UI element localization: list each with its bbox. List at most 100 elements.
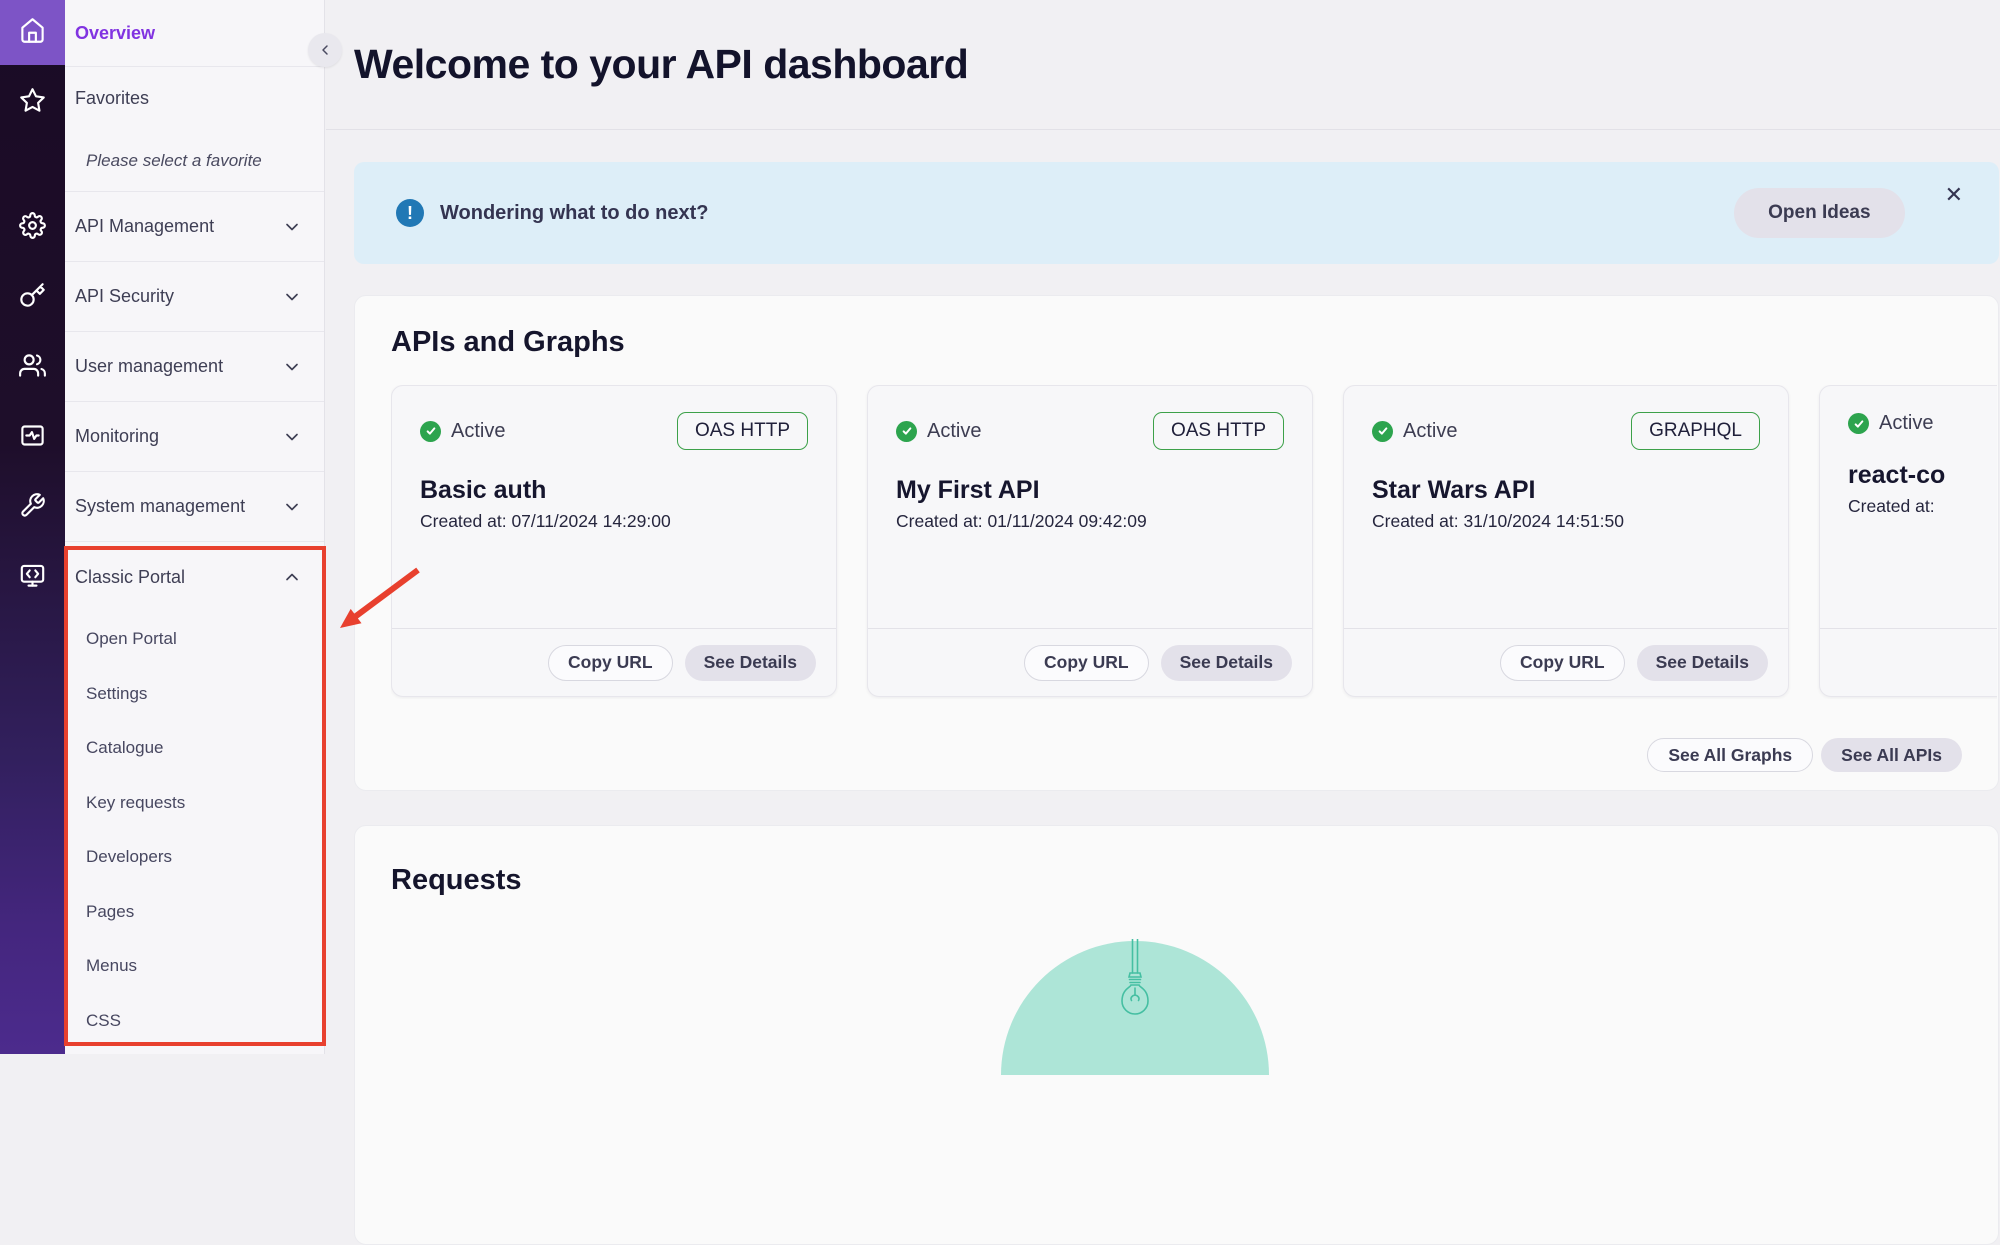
status-check-icon — [1372, 421, 1393, 442]
requests-panel: Requests — [354, 825, 1999, 1245]
sidebar-favorites-header: Favorites — [65, 67, 324, 130]
submenu-item-label: Settings — [86, 684, 147, 704]
favorites-empty-hint: Please select a favorite — [65, 130, 324, 192]
api-card-body: Active react-co Created at: — [1820, 386, 1997, 628]
submenu-item-label: Open Portal — [86, 629, 177, 649]
banner-close-icon[interactable]: ✕ — [1945, 184, 1963, 206]
monitor-code-icon — [19, 562, 46, 594]
section-title-apis: APIs and Graphs — [391, 324, 1962, 360]
api-name: Basic auth — [420, 476, 808, 505]
users-icon — [19, 352, 46, 384]
see-details-button[interactable]: See Details — [685, 645, 816, 681]
submenu-item-label: Developers — [86, 847, 172, 867]
submenu-item-label: Menus — [86, 956, 137, 976]
classic-portal-submenu: Open Portal Settings Catalogue Key reque… — [65, 612, 324, 1048]
api-name: react-co — [1848, 461, 1997, 490]
open-ideas-button[interactable]: Open Ideas — [1734, 188, 1904, 238]
api-created-at: Created at: 01/11/2024 09:42:09 — [896, 511, 1284, 532]
rail-system-management-button[interactable] — [0, 473, 65, 543]
api-card-footer — [1820, 628, 1997, 696]
submenu-item-catalogue[interactable]: Catalogue — [65, 721, 324, 776]
api-card[interactable]: Active OAS HTTP My First API Created at:… — [867, 385, 1313, 697]
status-badge: Active — [1879, 412, 1997, 435]
gear-icon — [19, 212, 46, 244]
see-all-buttons-row: See All Graphs See All APIs — [391, 738, 1962, 772]
main-content: Welcome to your API dashboard ! Wonderin… — [326, 0, 2000, 1054]
submenu-item-label: Catalogue — [86, 738, 164, 758]
chevron-down-icon — [282, 497, 302, 517]
copy-url-button[interactable]: Copy URL — [1024, 645, 1149, 681]
home-icon — [19, 17, 46, 49]
see-details-button[interactable]: See Details — [1161, 645, 1292, 681]
rail-user-management-button[interactable] — [0, 333, 65, 403]
sidebar-item-api-management[interactable]: API Management — [65, 192, 324, 262]
submenu-item-key-requests[interactable]: Key requests — [65, 776, 324, 831]
sidebar-collapse-button[interactable] — [308, 33, 342, 67]
submenu-item-menus[interactable]: Menus — [65, 939, 324, 994]
api-created-at: Created at: — [1848, 496, 1997, 517]
sidebar-item-label: User management — [75, 356, 282, 377]
api-card-body: Active OAS HTTP My First API Created at:… — [868, 386, 1312, 628]
api-name: My First API — [896, 476, 1284, 505]
submenu-item-developers[interactable]: Developers — [65, 830, 324, 885]
star-icon — [19, 87, 46, 119]
submenu-item-css[interactable]: CSS — [65, 994, 324, 1049]
api-type-badge: OAS HTTP — [677, 412, 808, 450]
status-badge: Active — [1403, 420, 1631, 443]
submenu-item-label: CSS — [86, 1011, 121, 1031]
copy-url-button[interactable]: Copy URL — [1500, 645, 1625, 681]
api-card-footer: Copy URL See Details — [868, 628, 1312, 696]
rail-home-button[interactable] — [0, 0, 65, 65]
see-details-button[interactable]: See Details — [1637, 645, 1768, 681]
banner-message: Wondering what to do next? — [440, 202, 1734, 225]
rail-api-management-button[interactable] — [0, 193, 65, 263]
submenu-item-pages[interactable]: Pages — [65, 885, 324, 940]
sidebar-item-monitoring[interactable]: Monitoring — [65, 402, 324, 472]
chevron-down-icon — [282, 217, 302, 237]
api-card[interactable]: Active GRAPHQL Star Wars API Created at:… — [1343, 385, 1789, 697]
status-badge: Active — [451, 420, 677, 443]
sidebar-item-label: Classic Portal — [75, 567, 282, 588]
status-check-icon — [420, 421, 441, 442]
api-type-badge: OAS HTTP — [1153, 412, 1284, 450]
api-card[interactable]: Active react-co Created at: — [1819, 385, 1997, 697]
page-title: Welcome to your API dashboard — [354, 41, 968, 88]
submenu-item-open-portal[interactable]: Open Portal — [65, 612, 324, 667]
rail-api-security-button[interactable] — [0, 263, 65, 333]
favorites-empty-text: Please select a favorite — [86, 151, 262, 171]
lightbulb-icon — [1115, 939, 1155, 1024]
key-icon — [19, 282, 46, 314]
sidebar: Overview Favorites Please select a favor… — [65, 0, 325, 1054]
sidebar-item-system-management[interactable]: System management — [65, 472, 324, 542]
rail-classic-portal-button[interactable] — [0, 543, 65, 613]
info-icon: ! — [396, 199, 424, 227]
chevron-up-icon — [282, 567, 302, 587]
chevron-down-icon — [282, 427, 302, 447]
copy-url-button[interactable]: Copy URL — [548, 645, 673, 681]
rail-favorites-button[interactable] — [0, 68, 65, 138]
api-card-body: Active GRAPHQL Star Wars API Created at:… — [1344, 386, 1788, 628]
sidebar-item-user-management[interactable]: User management — [65, 332, 324, 402]
submenu-item-settings[interactable]: Settings — [65, 667, 324, 722]
chevron-left-icon — [317, 42, 333, 58]
sidebar-item-api-security[interactable]: API Security — [65, 262, 324, 332]
favorites-label: Favorites — [75, 88, 302, 109]
see-all-apis-button[interactable]: See All APIs — [1821, 738, 1962, 772]
apis-and-graphs-panel: APIs and Graphs Active OAS HTTP Basic au… — [354, 295, 1999, 791]
sidebar-item-label: System management — [75, 496, 282, 517]
status-badge: Active — [927, 420, 1153, 443]
api-name: Star Wars API — [1372, 476, 1760, 505]
monitor-pulse-icon — [19, 422, 46, 454]
rail-monitoring-button[interactable] — [0, 403, 65, 473]
api-card-footer: Copy URL See Details — [392, 628, 836, 696]
api-card[interactable]: Active OAS HTTP Basic auth Created at: 0… — [391, 385, 837, 697]
sidebar-item-classic-portal[interactable]: Classic Portal — [65, 542, 324, 612]
sidebar-item-label: Monitoring — [75, 426, 282, 447]
wrench-icon — [19, 492, 46, 524]
sidebar-item-overview[interactable]: Overview — [65, 0, 324, 67]
api-created-at: Created at: 07/11/2024 14:29:00 — [420, 511, 808, 532]
see-all-graphs-button[interactable]: See All Graphs — [1647, 738, 1813, 772]
status-check-icon — [1848, 413, 1869, 434]
api-card-footer: Copy URL See Details — [1344, 628, 1788, 696]
info-banner: ! Wondering what to do next? Open Ideas … — [354, 162, 1999, 264]
